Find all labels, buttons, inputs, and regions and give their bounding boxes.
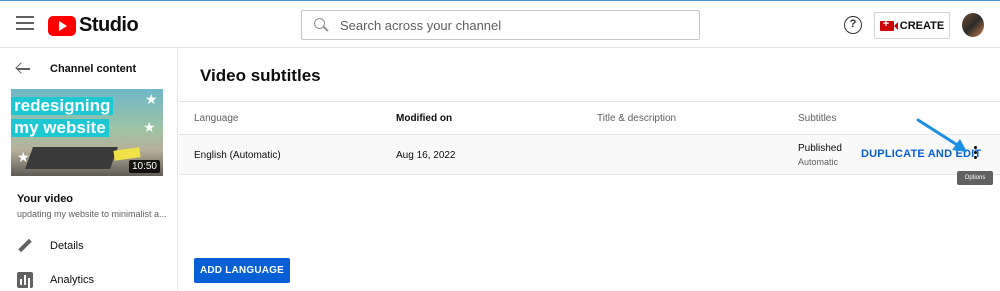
star-icon: ★ [143, 119, 156, 135]
sidebar-item-analytics[interactable]: Analytics [0, 266, 177, 291]
add-language-button[interactable]: ADD LANGUAGE [194, 258, 290, 283]
top-bar: Studio ? CREATE [0, 0, 1000, 48]
search-bar[interactable] [301, 10, 700, 40]
sidebar-item-details[interactable]: Details [0, 232, 177, 260]
back-label: Channel content [50, 63, 137, 75]
column-header-subtitles: Subtitles [798, 113, 837, 124]
create-label: CREATE [899, 19, 945, 32]
thumbnail-laptop [24, 147, 119, 169]
subtitles-type: Automatic [798, 157, 839, 167]
sidebar: Channel content redesigning my website ★… [0, 48, 178, 291]
thumbnail-text-line2: my website [11, 119, 109, 137]
back-arrow-icon[interactable] [16, 62, 30, 76]
column-header-modified[interactable]: Modified on [396, 113, 452, 124]
your-video-label: Your video [17, 193, 74, 205]
page-title: Video subtitles [200, 66, 321, 85]
logo-text: Studio [79, 14, 139, 36]
star-icon: ★ [145, 91, 158, 107]
options-menu-icon[interactable] [971, 146, 979, 162]
thumbnail-sticker [113, 147, 141, 161]
avatar[interactable] [962, 13, 984, 37]
table-header: Language Modified on Title & description… [179, 101, 1000, 135]
back-to-channel-content[interactable]: Channel content [16, 62, 136, 76]
column-header-title-description: Title & description [597, 113, 677, 124]
language-cell: English (Automatic) [194, 150, 281, 161]
annotation-arrow-icon [916, 118, 967, 152]
column-header-language: Language [194, 113, 239, 124]
create-button[interactable]: CREATE [874, 12, 950, 39]
modified-cell: Aug 16, 2022 [396, 150, 456, 161]
youtube-logo-icon [48, 15, 76, 36]
analytics-icon [17, 272, 33, 288]
video-duration: 10:50 [128, 160, 160, 173]
studio-logo[interactable]: Studio [48, 14, 139, 37]
search-input[interactable] [340, 17, 680, 33]
table-row: English (Automatic) Aug 16, 2022 Publish… [179, 135, 1000, 175]
help-icon[interactable]: ? [844, 16, 862, 34]
pencil-icon [17, 238, 33, 254]
sidebar-item-label: Analytics [50, 274, 95, 286]
options-tooltip: Options [957, 171, 993, 185]
video-camera-icon [879, 18, 898, 31]
thumbnail-text-line1: redesigning [11, 97, 114, 115]
video-title: updating my website to minimalist a... [17, 209, 167, 219]
search-icon [314, 18, 328, 32]
sidebar-item-label: Details [50, 240, 84, 252]
subtitles-status: Published [798, 143, 842, 154]
subtitles-table: Language Modified on Title & description… [179, 101, 1000, 175]
menu-icon[interactable] [16, 16, 34, 32]
video-thumbnail[interactable]: redesigning my website ★ ★ ★ 10:50 [11, 89, 163, 176]
